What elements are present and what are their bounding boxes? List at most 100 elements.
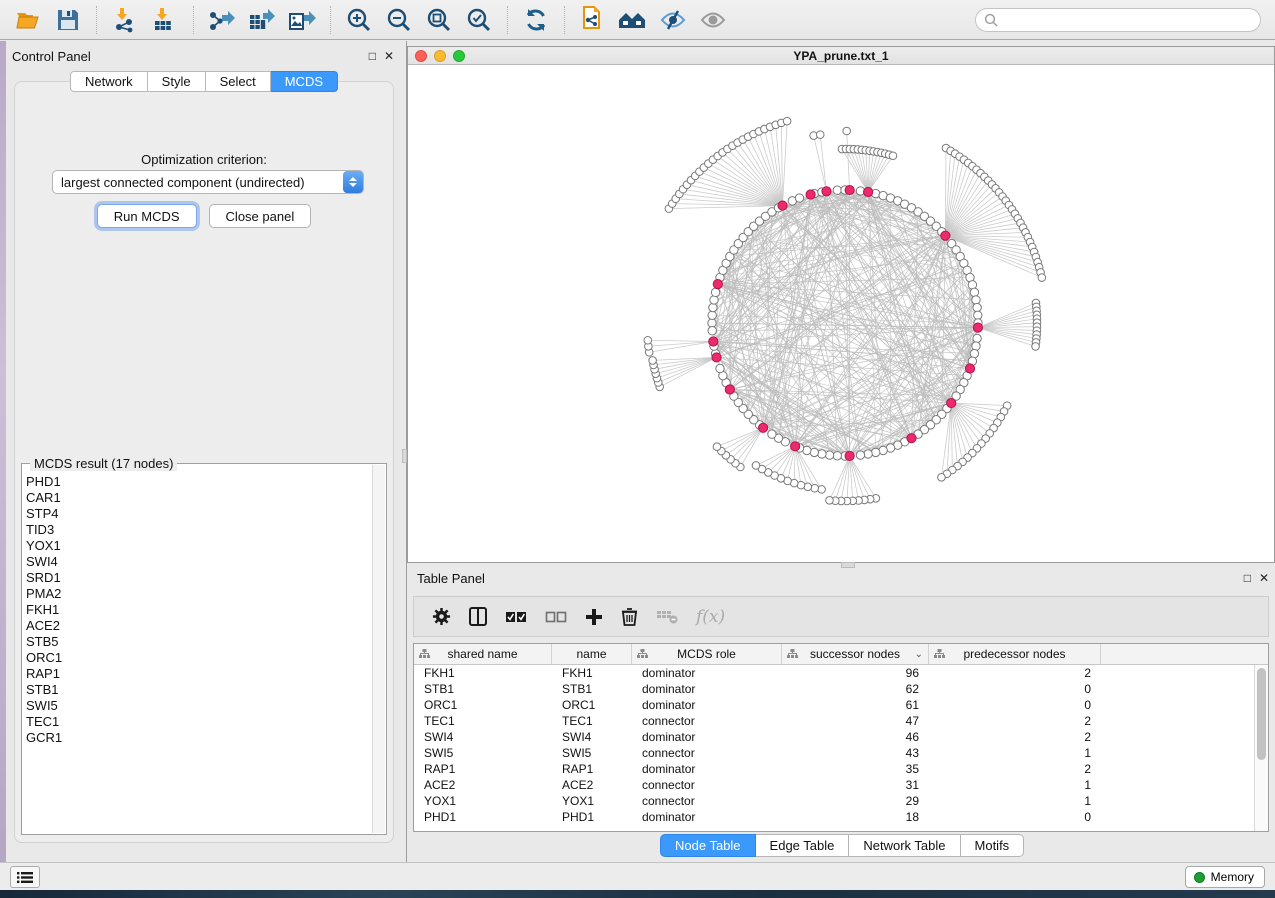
- mcds-result-item[interactable]: STB5: [26, 634, 372, 650]
- float-window-icon[interactable]: □: [1244, 572, 1251, 584]
- mcds-hub-node[interactable]: [822, 187, 831, 196]
- delete-column-button[interactable]: [621, 607, 638, 626]
- import-table-button[interactable]: [145, 4, 185, 36]
- network-node[interactable]: [973, 303, 981, 311]
- network-leaf-node[interactable]: [889, 152, 897, 160]
- network-leaf-node[interactable]: [1038, 274, 1046, 282]
- mcds-result-item[interactable]: YOX1: [26, 538, 372, 554]
- network-node[interactable]: [818, 450, 826, 458]
- table-row[interactable]: STB1STB1dominator620: [414, 681, 1254, 697]
- network-node[interactable]: [833, 186, 841, 194]
- table-row[interactable]: SWI4SWI4dominator462: [414, 729, 1254, 745]
- table-row[interactable]: YOX1YOX1connector291: [414, 793, 1254, 809]
- export-network-button[interactable]: [202, 4, 242, 36]
- mcds-result-item[interactable]: TID3: [26, 522, 372, 538]
- network-leaf-node[interactable]: [818, 486, 826, 494]
- network-node[interactable]: [768, 430, 776, 438]
- network-leaf-node[interactable]: [713, 443, 721, 451]
- deselect-all-rows-button[interactable]: [545, 610, 567, 624]
- network-leaf-node[interactable]: [783, 117, 791, 125]
- column-header-name[interactable]: name: [552, 644, 632, 664]
- add-column-button[interactable]: [585, 608, 603, 626]
- tab-node-table[interactable]: Node Table: [660, 834, 756, 857]
- mcds-hub-node[interactable]: [759, 423, 768, 432]
- mcds-hub-node[interactable]: [965, 364, 974, 373]
- mcds-result-list[interactable]: PHD1CAR1STP4TID3YOX1SWI4SRD1PMA2FKH1ACE2…: [26, 474, 372, 830]
- zoom-fit-button[interactable]: [419, 4, 459, 36]
- zoom-out-button[interactable]: [379, 4, 419, 36]
- tab-motifs[interactable]: Motifs: [961, 834, 1025, 857]
- scrollbar-thumb[interactable]: [1257, 668, 1266, 760]
- network-node[interactable]: [825, 451, 833, 459]
- mcds-result-item[interactable]: RAP1: [26, 666, 372, 682]
- network-leaf-node[interactable]: [811, 484, 819, 492]
- mcds-hub-node[interactable]: [778, 201, 787, 210]
- network-node[interactable]: [795, 194, 803, 202]
- export-table-button[interactable]: [242, 4, 282, 36]
- import-network-button[interactable]: [105, 4, 145, 36]
- network-leaf-node[interactable]: [644, 336, 652, 344]
- mcds-hub-node[interactable]: [712, 353, 721, 362]
- mcds-result-item[interactable]: STP4: [26, 506, 372, 522]
- columns-button[interactable]: [469, 607, 487, 626]
- close-panel-icon[interactable]: ✕: [1259, 572, 1269, 584]
- network-leaf-node[interactable]: [752, 462, 760, 470]
- column-header-predecessor-nodes[interactable]: predecessor nodes: [929, 644, 1101, 664]
- mcds-result-item[interactable]: PMA2: [26, 586, 372, 602]
- network-node[interactable]: [708, 319, 716, 327]
- table-row[interactable]: RAP1RAP1dominator352: [414, 761, 1254, 777]
- mcds-hub-node[interactable]: [973, 323, 982, 332]
- table-row[interactable]: SWI5SWI5connector431: [414, 745, 1254, 761]
- network-leaf-node[interactable]: [816, 131, 824, 139]
- network-node[interactable]: [709, 303, 717, 311]
- column-header-successor-nodes[interactable]: successor nodes⌄: [782, 644, 929, 664]
- zoom-selected-button[interactable]: [459, 4, 499, 36]
- criterion-dropdown[interactable]: largest connected component (undirected): [52, 170, 364, 194]
- mcds-result-scrollbar[interactable]: [372, 465, 385, 833]
- float-window-icon[interactable]: □: [369, 50, 376, 62]
- mcds-result-item[interactable]: ACE2: [26, 618, 372, 634]
- column-header-MCDS-role[interactable]: MCDS role: [632, 644, 782, 664]
- network-node[interactable]: [871, 448, 879, 456]
- tab-style[interactable]: Style: [148, 71, 206, 92]
- export-image-button[interactable]: [282, 4, 322, 36]
- open-session-button[interactable]: [8, 4, 48, 36]
- close-panel-icon[interactable]: ✕: [384, 50, 394, 62]
- mcds-hub-node[interactable]: [713, 280, 722, 289]
- tab-mcds[interactable]: MCDS: [271, 71, 338, 92]
- mcds-result-item[interactable]: SWI4: [26, 554, 372, 570]
- network-node[interactable]: [974, 311, 982, 319]
- mcds-result-item[interactable]: CAR1: [26, 490, 372, 506]
- home-button[interactable]: [613, 4, 653, 36]
- window-minimize-icon[interactable]: [434, 50, 446, 62]
- refresh-button[interactable]: [516, 4, 556, 36]
- column-header-shared-name[interactable]: shared name: [414, 644, 552, 664]
- table-row[interactable]: PHD1PHD1dominator180: [414, 809, 1254, 825]
- network-leaf-node[interactable]: [649, 357, 657, 365]
- search-box[interactable]: [975, 8, 1261, 32]
- mcds-hub-node[interactable]: [845, 185, 854, 194]
- network-canvas[interactable]: [408, 65, 1274, 562]
- network-leaf-node[interactable]: [938, 474, 946, 482]
- task-history-button[interactable]: [10, 866, 40, 888]
- mcds-hub-node[interactable]: [725, 385, 734, 394]
- select-all-rows-button[interactable]: [505, 610, 527, 624]
- network-node[interactable]: [973, 334, 981, 342]
- window-close-icon[interactable]: [415, 50, 427, 62]
- hide-selected-button[interactable]: [653, 4, 693, 36]
- run-mcds-button[interactable]: Run MCDS: [97, 204, 197, 228]
- mcds-hub-node[interactable]: [791, 442, 800, 451]
- mcds-hub-node[interactable]: [709, 337, 718, 346]
- network-node[interactable]: [972, 296, 980, 304]
- mcds-hub-node[interactable]: [863, 187, 872, 196]
- mcds-result-item[interactable]: SWI5: [26, 698, 372, 714]
- gear-button[interactable]: [432, 607, 451, 626]
- table-row[interactable]: ACE2ACE2connector311: [414, 777, 1254, 793]
- network-leaf-node[interactable]: [1032, 343, 1040, 351]
- network-node[interactable]: [972, 342, 980, 350]
- network-leaf-node[interactable]: [843, 127, 851, 135]
- table-row[interactable]: FKH1FKH1dominator962: [414, 665, 1254, 681]
- table-scrollbar[interactable]: [1254, 665, 1268, 831]
- table-row[interactable]: ORC1ORC1dominator610: [414, 697, 1254, 713]
- network-node[interactable]: [833, 452, 841, 460]
